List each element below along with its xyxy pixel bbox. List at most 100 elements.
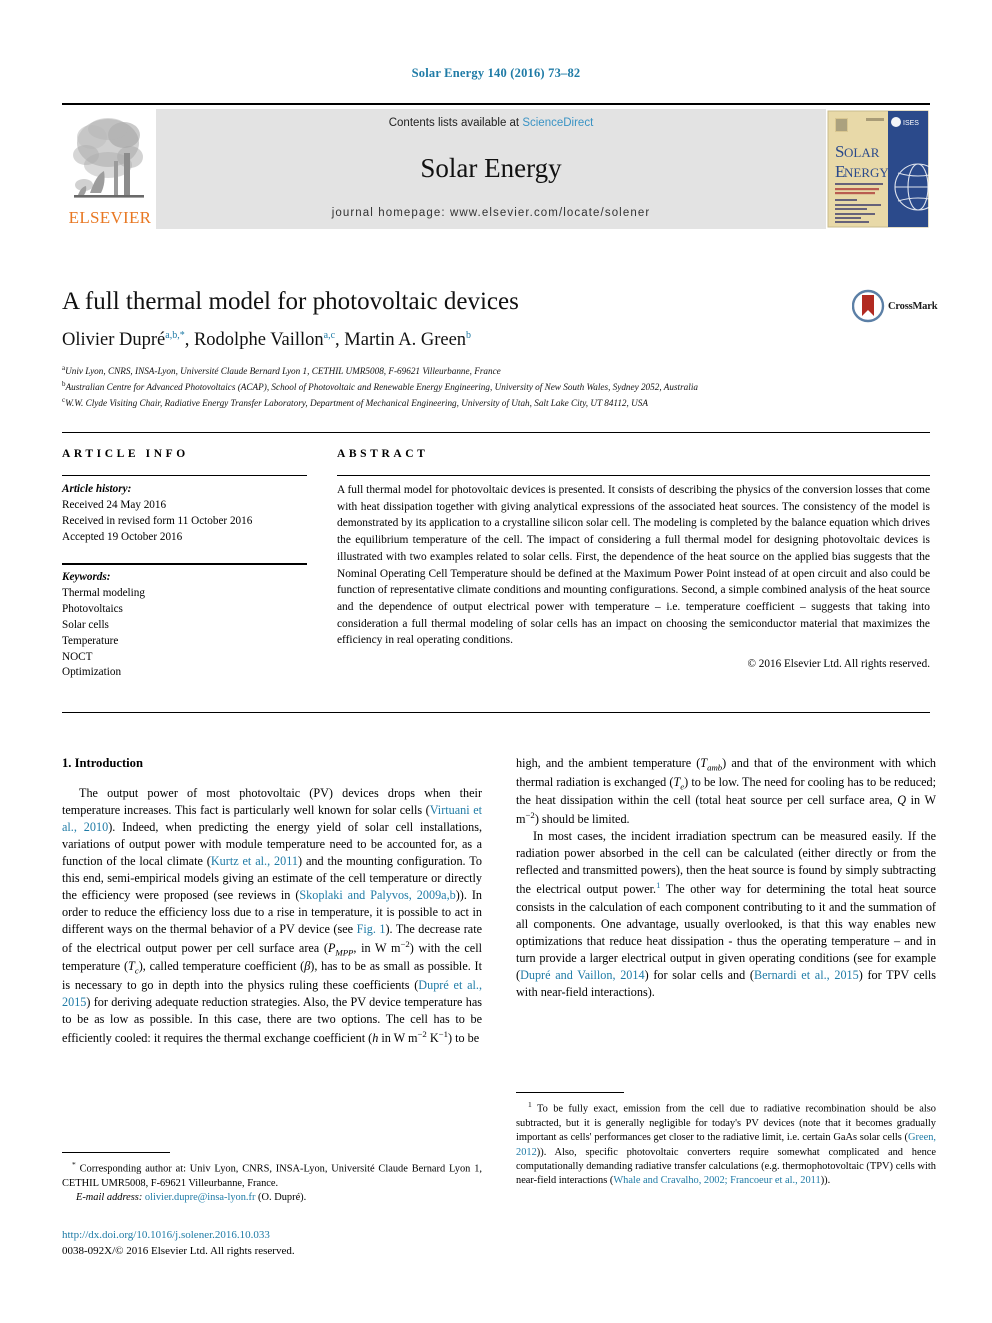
math-q: Q	[897, 793, 906, 808]
email-link[interactable]: olivier.dupre@insa-lyon.fr	[145, 1192, 256, 1203]
affiliation-c: cW.W. Clyde Visiting Chair, Radiative En…	[62, 395, 942, 411]
math-h-exp2: −1	[438, 1029, 448, 1040]
elsevier-tree-icon	[73, 118, 144, 198]
intro-text-j: ) to be	[447, 1031, 480, 1046]
doi-block: http://dx.doi.org/10.1016/j.solener.2016…	[62, 1228, 482, 1259]
math-pmpp-sub: MPP	[335, 947, 354, 958]
doi-link[interactable]: http://dx.doi.org/10.1016/j.solener.2016…	[62, 1228, 482, 1244]
affiliation-text-c: W.W. Clyde Visiting Chair, Radiative Ene…	[65, 398, 648, 408]
keyword-item: NOCT	[62, 650, 93, 663]
intro-right-text-g: ) for solar cells and (	[644, 967, 754, 982]
body-column-right: high, and the ambient temperature (Tamb)…	[516, 755, 936, 1001]
intro-paragraph-right-1: high, and the ambient temperature (Tamb)…	[516, 755, 936, 828]
svg-text:OLAR: OLAR	[844, 145, 880, 160]
article-info-history: Article history: Received 24 May 2016 Re…	[62, 482, 307, 546]
journal-band: Contents lists available at ScienceDirec…	[156, 109, 826, 229]
footnote-1-marker: 1	[528, 1100, 532, 1109]
keyword-item: Solar cells	[62, 618, 109, 631]
abstract-copyright: © 2016 Elsevier Ltd. All rights reserved…	[747, 658, 931, 671]
author-marks-3: b	[466, 330, 472, 341]
contents-list-line: Contents lists available at ScienceDirec…	[156, 117, 826, 129]
svg-text:ISES: ISES	[903, 120, 919, 127]
abstract-block: A full thermal model for photovoltaic de…	[337, 482, 930, 670]
contents-prefix: Contents lists available at	[388, 117, 523, 129]
abstract-text: A full thermal model for photovoltaic de…	[337, 484, 930, 647]
journal-homepage-link[interactable]: journal homepage: www.elsevier.com/locat…	[156, 207, 826, 219]
author-marks-2: a,c	[323, 330, 336, 341]
page-title: A full thermal model for photovoltaic de…	[62, 288, 519, 315]
journal-title: Solar Energy	[420, 153, 562, 183]
article-history-item-1: Received 24 May 2016	[62, 498, 167, 511]
footnote-rule-left	[62, 1152, 170, 1153]
author-name-3: Martin A. Green	[344, 330, 467, 351]
author-name-1: Olivier Dupré	[62, 330, 166, 351]
citation-bernardi[interactable]: Bernardi et al., 2015	[754, 968, 859, 982]
math-h-k: K	[426, 1031, 439, 1046]
divider-abstract	[337, 475, 930, 476]
sciencedirect-link[interactable]: ScienceDirect	[522, 117, 593, 129]
running-head: Solar Energy 140 (2016) 73–82	[411, 66, 581, 80]
divider-above-info	[62, 432, 930, 433]
keywords-label: Keywords:	[62, 571, 111, 583]
article-info-keywords: Keywords: Thermal modeling Photovoltaics…	[62, 570, 307, 681]
keyword-item: Temperature	[62, 634, 119, 647]
intro-paragraph-left: The output power of most photovoltaic (P…	[62, 785, 482, 1048]
keyword-item: Optimization	[62, 666, 122, 679]
intro-text-g: ), called temperature coefficient (	[138, 959, 305, 974]
section-heading-introduction: 1. Introduction	[62, 756, 143, 770]
journal-masthead: ELSEVIER Contents lists available at Sci…	[62, 103, 930, 229]
keyword-item: Thermal modeling	[62, 586, 145, 599]
math-h-units: in W m	[378, 1031, 418, 1046]
math-pmpp-units: , in W m	[353, 940, 401, 955]
intro-right-text-d: ) should be limited.	[534, 812, 630, 827]
corresponding-author-footnote: * Corresponding author at: Univ Lyon, CN…	[62, 1160, 482, 1206]
journal-cover-thumbnail: ISES S OLAR E NERGY	[826, 109, 930, 229]
corresponding-text: Corresponding author at: Univ Lyon, CNRS…	[62, 1163, 482, 1189]
author-list: Olivier Dupréa,b,*, Rodolphe Vaillona,c,…	[62, 330, 472, 351]
corresponding-marker: *	[72, 1160, 76, 1169]
article-history-item-3: Accepted 19 October 2016	[62, 530, 183, 543]
journal-article-page: Solar Energy 140 (2016) 73–82 ELSEVIER C…	[0, 0, 992, 1323]
citation-dupre-vaillon[interactable]: Dupré and Vaillon, 2014	[520, 968, 645, 982]
footnote-rule-right	[516, 1092, 624, 1093]
citation-kurtz[interactable]: Kurtz et al., 2011	[211, 854, 298, 868]
footnote-1-text-c: )).	[820, 1175, 831, 1187]
footnote-1-text-a: To be fully exact, emission from the cel…	[516, 1103, 936, 1144]
figure-ref-1[interactable]: Fig. 1	[357, 922, 386, 936]
affiliation-b: bAustralian Centre for Advanced Photovol…	[62, 379, 942, 395]
divider-below-abstract	[62, 712, 930, 713]
abstract-heading: ABSTRACT	[337, 448, 429, 460]
math-h-exp1: −2	[417, 1029, 427, 1040]
footnote-1: 1 To be fully exact, emission from the c…	[516, 1100, 936, 1189]
elsevier-wordmark: ELSEVIER	[68, 208, 152, 227]
affiliation-text-b: Australian Centre for Advanced Photovolt…	[65, 382, 698, 393]
article-info-heading: ARTICLE INFO	[62, 448, 189, 460]
citation-skoplaki[interactable]: Skoplaki and Palyvos, 2009a,b	[299, 888, 455, 902]
citation-whale-francoeur[interactable]: Whale and Cravalho, 2002; Francoeur et a…	[613, 1175, 820, 1186]
math-q-exp: −2	[525, 810, 535, 821]
intro-right-text-a: high, and the ambient temperature (	[516, 756, 701, 770]
author-name-2: Rodolphe Vaillon	[193, 330, 324, 351]
article-history-label: Article history:	[62, 483, 132, 495]
email-suffix: (O. Dupré).	[255, 1192, 307, 1204]
affiliation-list: aUniv Lyon, CNRS, INSA-Lyon, Université …	[62, 363, 942, 411]
intro-paragraph-right-2: In most cases, the incident irradiation …	[516, 828, 936, 1000]
elsevier-logo: ELSEVIER	[62, 109, 156, 229]
divider-keywords	[62, 563, 307, 565]
crossmark-label: CrossMark	[888, 301, 938, 312]
math-pmpp-exp: −2	[400, 938, 410, 949]
intro-text-a: The output power of most photovoltaic (P…	[62, 785, 482, 817]
body-column-left: 1. Introduction The output power of most…	[62, 755, 482, 1047]
math-tc: T	[128, 959, 135, 974]
keyword-item: Photovoltaics	[62, 602, 123, 615]
issn-copyright-line: 0038-092X/© 2016 Elsevier Ltd. All right…	[62, 1244, 295, 1257]
svg-text:NERGY: NERGY	[844, 165, 889, 180]
author-marks-1: a,b,*	[165, 330, 185, 341]
divider-article-info	[62, 475, 307, 476]
article-history-item-2: Received in revised form 11 October 2016	[62, 514, 253, 527]
cover-image: ISES S OLAR E NERGY	[827, 110, 930, 228]
affiliation-a: aUniv Lyon, CNRS, INSA-Lyon, Université …	[62, 363, 942, 379]
math-tamb-sub: amb	[707, 762, 723, 773]
crossmark-badge[interactable]: CrossMark	[851, 288, 940, 328]
crossmark-icon	[851, 289, 885, 323]
